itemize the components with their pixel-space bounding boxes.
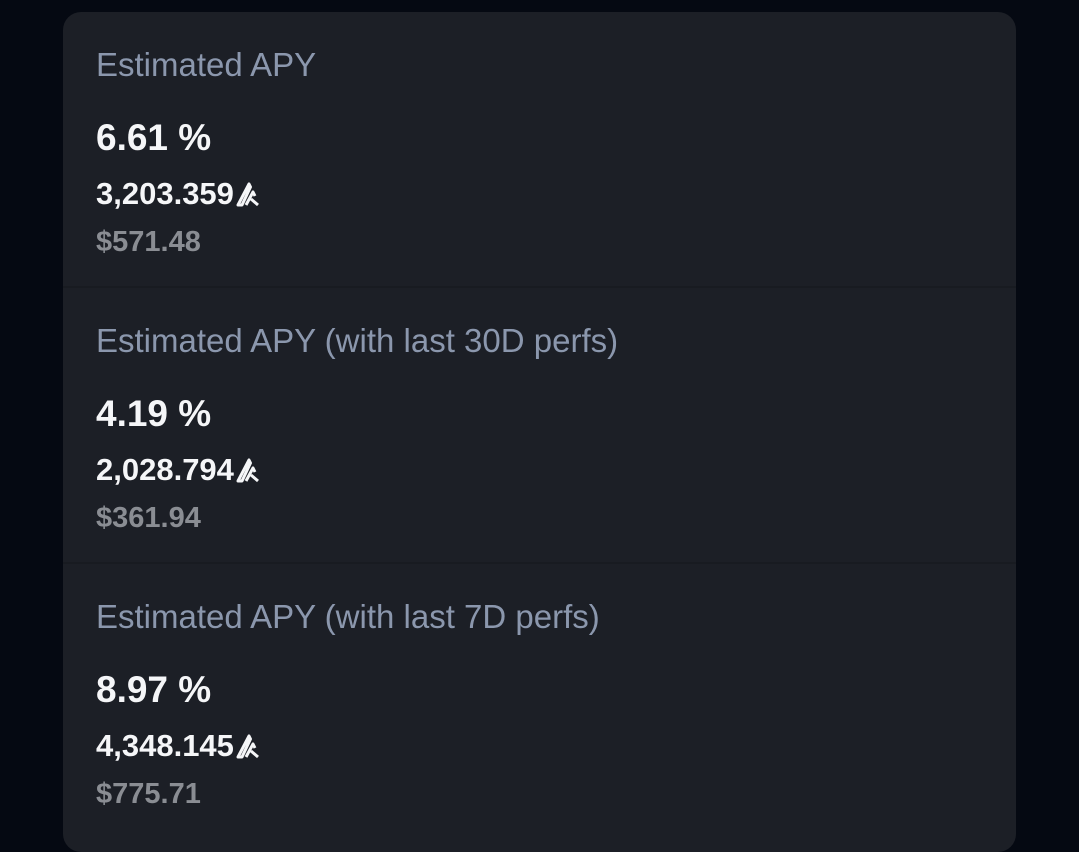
- algorand-icon: [236, 181, 262, 207]
- apy-estimates-panel: Estimated APY 6.61 % 3,203.359 $571.48 E…: [63, 12, 1016, 852]
- apy-usd-value: $361.94: [96, 502, 201, 534]
- apy-usd-value: $571.48: [96, 226, 201, 258]
- algorand-icon: [236, 733, 262, 759]
- apy-usd-value: $775.71: [96, 778, 201, 810]
- apy-label: Estimated APY (with last 30D perfs): [96, 322, 619, 359]
- apy-token-amount: 2,028.794: [96, 451, 262, 489]
- apy-card-7d: Estimated APY (with last 7D perfs) 8.97 …: [63, 562, 1016, 840]
- apy-card-30d: Estimated APY (with last 30D perfs) 4.19…: [63, 286, 1016, 564]
- apy-percent: 4.19 %: [96, 393, 212, 434]
- apy-label: Estimated APY: [96, 46, 317, 83]
- apy-token-amount-value: 3,203.359: [96, 176, 234, 211]
- apy-percent: 6.61 %: [96, 117, 212, 158]
- apy-label: Estimated APY (with last 7D perfs): [96, 598, 600, 635]
- apy-token-amount: 3,203.359: [96, 175, 262, 213]
- apy-token-amount-value: 4,348.145: [96, 728, 234, 763]
- apy-percent: 8.97 %: [96, 669, 212, 710]
- algorand-icon: [236, 457, 262, 483]
- apy-token-amount-value: 2,028.794: [96, 452, 234, 487]
- apy-token-amount: 4,348.145: [96, 727, 262, 765]
- apy-card-current: Estimated APY 6.61 % 3,203.359 $571.48: [63, 12, 1016, 288]
